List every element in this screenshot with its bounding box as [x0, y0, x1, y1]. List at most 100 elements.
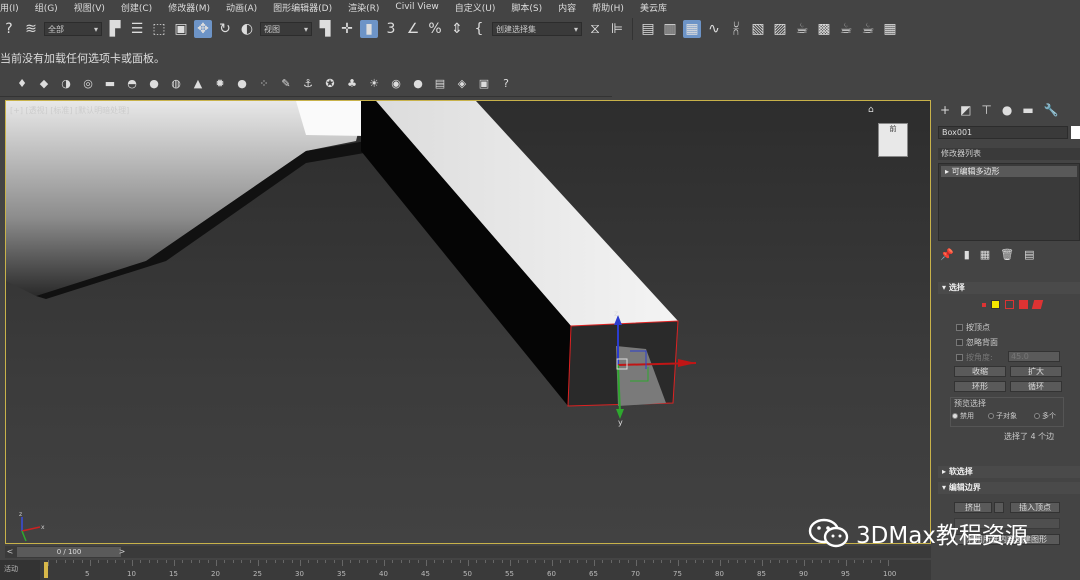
align-icon[interactable]: ⊫: [608, 20, 626, 38]
edge-level-icon[interactable]: [991, 300, 1000, 309]
menu-item-help[interactable]: 帮助(H): [592, 1, 624, 14]
rotate-icon[interactable]: ↻: [216, 20, 234, 38]
menu-item-group[interactable]: 组(G): [35, 1, 58, 14]
stack-item-editable-poly[interactable]: ▸ 可编辑多边形: [941, 166, 1077, 177]
toggle-ribbon-icon[interactable]: ▥: [661, 20, 679, 38]
angle-spinner[interactable]: 45.0: [1008, 351, 1060, 362]
spacewarp-icon[interactable]: ◎: [80, 76, 96, 92]
plant-icon[interactable]: ♣: [344, 76, 360, 92]
help-circle-icon[interactable]: ?: [498, 76, 514, 92]
spinner-snap-icon[interactable]: ⇕: [448, 20, 466, 38]
stack-icon[interactable]: ▤: [432, 76, 448, 92]
edit-named-sets-icon[interactable]: {: [470, 20, 488, 38]
shader-icon[interactable]: ◈: [454, 76, 470, 92]
time-prev-button[interactable]: <: [5, 547, 15, 557]
rect-selection-icon[interactable]: ⬚: [150, 20, 168, 38]
sphere-icon[interactable]: ●: [146, 76, 162, 92]
preview-disabled-radio[interactable]: 禁用: [952, 411, 974, 421]
scene-explorer-icon[interactable]: ▦: [683, 20, 701, 38]
home-icon[interactable]: ⌂: [868, 105, 874, 115]
element-level-icon[interactable]: [1031, 300, 1044, 309]
menu-item-modifiers[interactable]: 修改器(M): [168, 1, 210, 14]
mirror-icon[interactable]: ⧖: [586, 20, 604, 38]
named-selection-dropdown[interactable]: 创建选择集 ▾: [492, 22, 582, 36]
object-name-field[interactable]: Box001: [938, 126, 1068, 139]
render-setup-icon[interactable]: ☕: [793, 20, 811, 38]
angle-snap-icon[interactable]: ∠: [404, 20, 422, 38]
pivot-center-icon[interactable]: ▜: [316, 20, 334, 38]
hair-icon[interactable]: ☀: [366, 76, 382, 92]
time-slider[interactable]: < 0 / 100 >: [5, 546, 931, 558]
show-end-result-icon[interactable]: ▮: [964, 248, 970, 261]
orb-icon[interactable]: ●: [234, 76, 250, 92]
shrink-button[interactable]: 收缩: [954, 366, 1006, 377]
configure-sets-icon[interactable]: ▤: [1024, 248, 1034, 261]
globe-icon[interactable]: ✪: [322, 76, 338, 92]
material-editor-icon[interactable]: ▨: [771, 20, 789, 38]
select-manipulate-icon[interactable]: ✛: [338, 20, 356, 38]
camera-icon[interactable]: ◆: [36, 76, 52, 92]
fur-icon[interactable]: ◉: [388, 76, 404, 92]
light-icon[interactable]: ♦: [14, 76, 30, 92]
motion-tab-icon[interactable]: ●: [1002, 103, 1012, 117]
menu-item-views[interactable]: 视图(V): [74, 1, 105, 14]
extrude-settings-button[interactable]: [994, 502, 1004, 513]
modifier-list-dropdown[interactable]: 修改器列表: [938, 148, 1080, 160]
brush-icon[interactable]: ✎: [278, 76, 294, 92]
ignore-backface-checkbox[interactable]: 忽略背面: [956, 337, 998, 348]
insert-vertex-button[interactable]: 插入顶点: [1010, 502, 1060, 513]
question-icon[interactable]: ?: [0, 20, 18, 38]
sun-icon[interactable]: ✹: [212, 76, 228, 92]
time-slider-handle[interactable]: 0 / 100: [17, 547, 121, 557]
modify-tab-icon[interactable]: ◩: [960, 103, 971, 117]
cone-icon[interactable]: ▲: [190, 76, 206, 92]
loop-button[interactable]: 循环: [1010, 381, 1062, 392]
mesh-icon[interactable]: ⚓: [300, 76, 316, 92]
preview-subobject-radio[interactable]: 子对象: [988, 411, 1017, 421]
pin-stack-icon[interactable]: 📌: [940, 248, 954, 261]
curve-editor-icon[interactable]: ∿: [705, 20, 723, 38]
border-level-icon[interactable]: [1005, 300, 1014, 309]
torus-icon[interactable]: ◍: [168, 76, 184, 92]
menu-item-content[interactable]: 内容: [558, 1, 576, 14]
schematic-view-icon[interactable]: ▧: [749, 20, 767, 38]
remove-modifier-icon[interactable]: 🗑: [1000, 248, 1014, 261]
menu-item-graph-editors[interactable]: 图形编辑器(D): [273, 1, 332, 14]
viewcube-front-face[interactable]: 前: [878, 123, 908, 157]
keyboard-shortcut-icon[interactable]: ▮: [360, 20, 378, 38]
helper-icon[interactable]: ◑: [58, 76, 74, 92]
menu-item-customize[interactable]: 自定义(U): [455, 1, 496, 14]
select-object-icon[interactable]: ▛: [106, 20, 124, 38]
layer-explorer-icon[interactable]: ▤: [639, 20, 657, 38]
ref-coord-dropdown[interactable]: 视图 ▾: [260, 22, 312, 36]
select-by-name-icon[interactable]: ☰: [128, 20, 146, 38]
window-crossing-icon[interactable]: ▣: [172, 20, 190, 38]
render-cloud-icon[interactable]: ▦: [881, 20, 899, 38]
render-sphere-icon[interactable]: ●: [410, 76, 426, 92]
scale-icon[interactable]: ◐: [238, 20, 256, 38]
vertex-level-icon[interactable]: [982, 303, 986, 307]
menu-item-create[interactable]: 创建(C): [121, 1, 152, 14]
ring-button[interactable]: 环形: [954, 381, 1006, 392]
menu-item-meiyunku[interactable]: 美云库: [640, 1, 667, 14]
rollout-soft-selection[interactable]: ▸ 软选择: [938, 466, 1080, 478]
selection-filter-dropdown[interactable]: 全部 ▾: [44, 22, 102, 36]
bind-spacewarp-icon[interactable]: ≋: [22, 20, 40, 38]
viewcube[interactable]: 前: [874, 119, 910, 159]
preview-multi-radio[interactable]: 多个: [1034, 411, 1056, 421]
current-frame-marker[interactable]: [44, 562, 48, 578]
dope-sheet-icon[interactable]: ⩈: [727, 20, 745, 38]
create-tab-icon[interactable]: +: [940, 103, 950, 117]
console-icon[interactable]: ▣: [476, 76, 492, 92]
snap-toggle-icon[interactable]: 3: [382, 20, 400, 38]
make-unique-icon[interactable]: ▦: [980, 248, 990, 261]
menu-item-rendering[interactable]: 渲染(R): [348, 1, 379, 14]
polygon-level-icon[interactable]: [1019, 300, 1028, 309]
render-production-icon[interactable]: ☕: [837, 20, 855, 38]
viewport-label[interactable]: [+] [透视] [标准] [默认明暗处理]: [10, 105, 129, 116]
rendered-frame-icon[interactable]: ▩: [815, 20, 833, 38]
grow-button[interactable]: 扩大: [1010, 366, 1062, 377]
hierarchy-tab-icon[interactable]: ⊤: [981, 103, 991, 117]
percent-snap-icon[interactable]: %: [426, 20, 444, 38]
menu-item-tools[interactable]: 用(I): [0, 1, 19, 14]
